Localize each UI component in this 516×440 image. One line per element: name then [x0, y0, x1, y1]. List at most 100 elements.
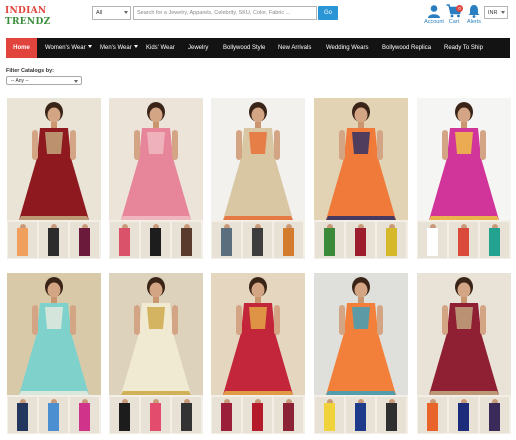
product-card[interactable]	[417, 273, 511, 434]
nav-item-label: Jewelry	[188, 45, 209, 51]
currency-select[interactable]: INR	[484, 6, 508, 19]
product-thumbnail[interactable]	[172, 397, 201, 433]
product-thumbnail[interactable]	[449, 222, 478, 258]
chevron-down-icon	[124, 11, 128, 14]
nav-item-womens-wear[interactable]: Women's Wear	[45, 38, 92, 58]
product-thumbnails	[314, 222, 408, 258]
nav-item-label: Wedding Wears	[326, 45, 369, 51]
currency-value: INR	[488, 10, 498, 16]
product-thumbnails	[7, 397, 101, 433]
product-thumbnail[interactable]	[70, 222, 99, 258]
nav-item-bollywood-replica[interactable]: Bollywood Replica	[382, 38, 431, 58]
product-card[interactable]	[7, 273, 101, 434]
product-thumbnail[interactable]	[480, 222, 509, 258]
product-card[interactable]	[109, 273, 203, 434]
product-thumbnail[interactable]	[346, 397, 375, 433]
nav-item-jewelry[interactable]: Jewelry	[188, 38, 208, 58]
product-thumbnail[interactable]	[243, 397, 272, 433]
product-thumbnails	[7, 222, 101, 258]
product-thumbnail[interactable]	[418, 222, 447, 258]
filter-catalog-select[interactable]: -- Any --	[6, 76, 82, 85]
product-thumbnail[interactable]	[449, 397, 478, 433]
product-card[interactable]	[7, 98, 101, 259]
chevron-down-icon	[74, 79, 78, 83]
nav-item-label: Women's Wear	[45, 45, 86, 51]
product-thumbnail[interactable]	[70, 397, 99, 433]
product-thumbnails	[417, 222, 511, 258]
product-thumbnail[interactable]	[377, 222, 406, 258]
alerts-label: Alerts	[466, 19, 482, 25]
alerts-button[interactable]: Alerts	[462, 4, 486, 34]
chevron-down-icon	[87, 45, 92, 48]
product-thumbnail[interactable]	[110, 222, 139, 258]
product-thumbnail[interactable]	[8, 222, 37, 258]
product-card[interactable]	[109, 98, 203, 259]
product-thumbnails	[109, 397, 203, 433]
product-card[interactable]	[314, 98, 408, 259]
product-thumbnail[interactable]	[274, 397, 303, 433]
product-image[interactable]	[211, 273, 305, 395]
product-thumbnail[interactable]	[274, 222, 303, 258]
product-image[interactable]	[417, 98, 511, 220]
category-select-value: All	[96, 10, 103, 16]
logo-line-1: INDIAN	[5, 6, 47, 16]
category-select[interactable]: All	[92, 6, 131, 20]
nav-item-bollywood-style[interactable]: Bollywood Style	[223, 38, 265, 58]
product-thumbnail[interactable]	[243, 222, 272, 258]
nav-item-wedding-wears[interactable]: Wedding Wears	[326, 38, 368, 58]
nav-item-home[interactable]: Home	[6, 38, 37, 58]
main-nav: Home Women's Wear Men's Wear Kids' Wear …	[6, 38, 510, 58]
product-card[interactable]	[211, 98, 305, 259]
site-header: INDIAN TRENDZ All Search for a Jewelry, …	[0, 0, 516, 38]
product-thumbnail[interactable]	[172, 222, 201, 258]
product-thumbnail[interactable]	[39, 222, 68, 258]
chevron-down-icon	[133, 45, 138, 48]
site-logo[interactable]: INDIAN TRENDZ	[5, 6, 55, 30]
product-thumbnail[interactable]	[212, 222, 241, 258]
product-thumbnail[interactable]	[212, 397, 241, 433]
product-thumbnail[interactable]	[480, 397, 509, 433]
product-thumbnails	[211, 222, 305, 258]
logo-line-2: TRENDZ	[5, 17, 51, 27]
product-thumbnails	[314, 397, 408, 433]
search-go-button[interactable]: Go	[318, 6, 338, 20]
nav-item-label: Bollywood Replica	[382, 45, 432, 51]
filter-select-value: -- Any --	[11, 78, 29, 84]
product-thumbnail[interactable]	[141, 397, 170, 433]
product-image[interactable]	[314, 273, 408, 395]
product-thumbnail[interactable]	[8, 397, 37, 433]
nav-item-kids-wear[interactable]: Kids' Wear	[146, 38, 175, 58]
product-thumbnail[interactable]	[346, 222, 375, 258]
nav-item-label: Kids' Wear	[146, 45, 175, 51]
page: INDIAN TRENDZ All Search for a Jewelry, …	[0, 0, 516, 440]
product-thumbnails	[417, 397, 511, 433]
product-image[interactable]	[314, 98, 408, 220]
product-image[interactable]	[7, 98, 101, 220]
product-thumbnails	[109, 222, 203, 258]
product-thumbnail[interactable]	[377, 397, 406, 433]
product-thumbnail[interactable]	[39, 397, 68, 433]
product-thumbnail[interactable]	[315, 397, 344, 433]
product-card[interactable]	[314, 273, 408, 434]
nav-item-label: New Arrivals	[278, 45, 312, 51]
nav-item-ready-to-ship[interactable]: Ready To Ship	[444, 38, 483, 58]
product-thumbnail[interactable]	[315, 222, 344, 258]
nav-item-label: Men's Wear	[100, 45, 132, 51]
search-input[interactable]: Search for a Jewelry, Apparels, Celebrit…	[133, 6, 317, 20]
nav-item-label: Bollywood Style	[223, 45, 266, 51]
product-image[interactable]	[7, 273, 101, 395]
product-card[interactable]	[417, 98, 511, 259]
nav-item-label: Ready To Ship	[444, 45, 483, 51]
product-image[interactable]	[211, 98, 305, 220]
product-thumbnail[interactable]	[418, 397, 447, 433]
nav-item-label: Home	[13, 45, 30, 51]
nav-item-new-arrivals[interactable]: New Arrivals	[278, 38, 311, 58]
product-image[interactable]	[109, 273, 203, 395]
nav-item-mens-wear[interactable]: Men's Wear	[100, 38, 138, 58]
product-thumbnail[interactable]	[141, 222, 170, 258]
product-thumbnail[interactable]	[110, 397, 139, 433]
product-image[interactable]	[109, 98, 203, 220]
search-placeholder: Search for a Jewelry, Apparels, Celebrit…	[137, 10, 291, 16]
product-card[interactable]	[211, 273, 305, 434]
product-image[interactable]	[417, 273, 511, 395]
